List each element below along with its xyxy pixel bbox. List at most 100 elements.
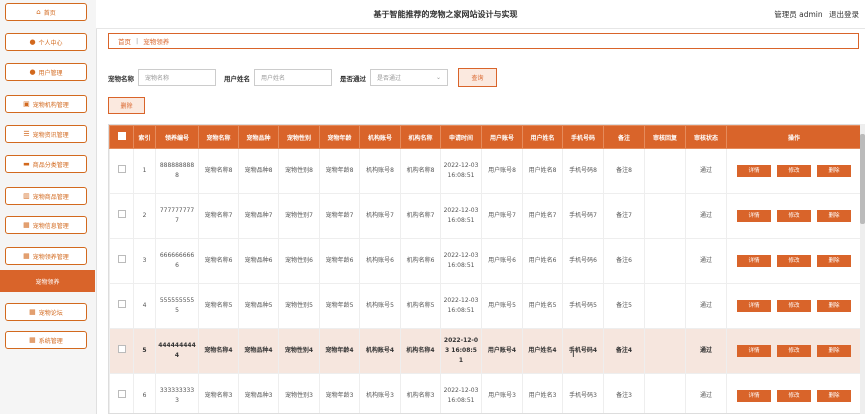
sidebar-item-3[interactable]: ▣ 宠物机构管理 [5,95,87,113]
cell-phone: 手机号码4 [562,328,604,374]
sidebar-item-9[interactable]: 宠物领养 [0,270,95,292]
cell-name: 宠物名称7 [198,193,239,239]
checkbox[interactable] [117,132,126,140]
sidebar-item-7[interactable]: ▦ 宠物信息管理 [5,216,87,234]
column-header: 申请时间 [440,125,482,149]
pet-name-label: 宠物名称 [108,74,134,83]
cell-name: 宠物名称5 [198,283,239,329]
row-checkbox[interactable] [117,390,126,398]
table-row[interactable]: 3 6666666666 宠物名称6 宠物品种6 宠物性别6 宠物年龄6 机构账号6 机构名称… [109,238,862,284]
table-row[interactable]: 6 3333333333 宠物名称3 宠物品种3 宠物性别3 宠物年龄3 机构账号3 机构名称… [109,373,862,413]
delete-button[interactable]: 删除 [817,210,851,222]
grid-icon: ▦ [23,220,30,229]
column-header: 机构名称 [400,125,441,149]
pet-name-input[interactable]: 宠物名称 [138,69,216,86]
detail-button[interactable]: 详情 [737,210,771,222]
column-header: 宠物品种 [238,125,279,149]
delete-button[interactable]: 删除 [817,165,851,177]
edit-button[interactable]: 修改 [777,345,811,357]
row-checkbox-cell[interactable] [109,148,134,194]
column-header: 领养编号 [155,125,199,149]
grid-icon: ▦ [23,251,30,260]
home-icon: ⌂ [36,7,41,16]
sidebar-item-1[interactable]: ● 个人中心 [5,33,87,51]
edit-button[interactable]: 修改 [777,165,811,177]
cell-age: 宠物年龄4 [319,328,360,374]
edit-button[interactable]: 修改 [777,300,811,312]
cell-age: 宠物年龄7 [319,193,360,239]
approved-label: 是否通过 [340,74,366,83]
breadcrumb-home[interactable]: 首页 [118,36,131,46]
select-all-checkbox[interactable] [109,125,134,149]
approved-select[interactable]: 是否通过 ⌄ [370,69,448,86]
detail-button[interactable]: 详情 [737,165,771,177]
table-row[interactable]: 4 5555555555 宠物名称5 宠物品种5 宠物性别5 宠物年龄5 机构账号5 机构名称… [109,283,862,329]
edit-button[interactable]: 修改 [777,210,811,222]
cell-time: 2022-12-03 16:08:51 [440,283,482,329]
scrollbar[interactable] [860,124,865,414]
sidebar-item-6[interactable]: ▥ 宠物商品管理 [5,187,87,205]
edit-button[interactable]: 修改 [777,255,811,267]
cell-index: 3 [133,238,156,284]
building-icon: ▣ [23,99,30,108]
sidebar-item-8[interactable]: ▦ 宠物领养管理 [5,247,87,265]
delete-button[interactable]: 删除 [817,345,851,357]
sidebar-item-label: 商品分类管理 [32,161,69,169]
grid-icon: ▦ [29,335,36,344]
row-checkbox-cell[interactable] [109,238,134,284]
sidebar-item-5[interactable]: ▬ 商品分类管理 [5,155,87,173]
detail-button[interactable]: 详情 [737,255,771,267]
admin-label: 管理员 admin [774,10,823,19]
sidebar-item-2[interactable]: ● 用户管理 [5,63,87,81]
row-checkbox[interactable] [117,300,126,308]
grid-icon: ▦ [29,307,36,316]
row-checkbox[interactable] [117,165,126,173]
cell-user_account: 用户账号6 [481,238,523,284]
row-checkbox[interactable] [117,210,126,218]
cell-status: 通过 [685,328,727,374]
detail-button[interactable]: 详情 [737,345,771,357]
table-header: 索引 领养编号 宠物名称 宠物品种 宠物性别 宠物年龄 机构账号 机构名称 申请时间 用户账号 用户… [109,125,862,149]
cell-time: 2022-12-03 16:08:51 [440,148,482,194]
row-checkbox[interactable] [117,255,126,263]
sidebar-item-11[interactable]: ▦ 系统管理 [5,331,87,349]
delete-button[interactable]: 删除 [817,390,851,402]
row-checkbox[interactable] [117,345,126,353]
cell-breed: 宠物品种4 [238,328,279,374]
column-header: 机构账号 [359,125,401,149]
cell-org_account: 机构账号4 [359,328,401,374]
cell-reply [644,193,686,239]
cell-reply [644,373,686,413]
cell-index: 6 [133,373,156,413]
delete-button[interactable]: 删除 [817,300,851,312]
delete-button[interactable]: 删除 [817,255,851,267]
table-row[interactable]: 5 4444444444 宠物名称4 宠物品种4 宠物性别4 宠物年龄4 机构账号4 机构名称… [109,328,862,374]
table-row[interactable]: 2 7777777777 宠物名称7 宠物品种7 宠物性别7 宠物年龄7 机构账号7 机构名称… [109,193,862,239]
cell-time: 2022-12-03 16:08:51 [440,373,482,413]
batch-delete-button[interactable]: 删除 [108,97,145,114]
sidebar-item-10[interactable]: ▦ 宠物论坛 [5,303,87,321]
actions-cell: 详情 修改 删除 [726,328,862,374]
user-name-input[interactable]: 用户姓名 [254,69,332,86]
column-header: 索引 [133,125,156,149]
detail-button[interactable]: 详情 [737,390,771,402]
cell-org_name: 机构名称7 [400,193,441,239]
row-checkbox-cell[interactable] [109,373,134,413]
table-row[interactable]: 1 8888888888 宠物名称8 宠物品种8 宠物性别8 宠物年龄8 机构账号8 机构名称… [109,148,862,194]
detail-button[interactable]: 详情 [737,300,771,312]
cell-note: 备注7 [603,193,645,239]
row-checkbox-cell[interactable] [109,283,134,329]
logout-link[interactable]: 退出登录 [829,10,859,19]
sidebar-item-4[interactable]: ☰ 宠物资讯管理 [5,125,87,143]
row-checkbox-cell[interactable] [109,193,134,239]
breadcrumb: 首页 | 宠物领养 [108,33,859,49]
scrollbar-thumb[interactable] [860,134,865,224]
search-button[interactable]: 查询 [458,68,497,87]
sidebar-item-0[interactable]: ⌂ 首页 [5,3,87,21]
cell-user_account: 用户账号5 [481,283,523,329]
row-checkbox-cell[interactable] [109,328,134,374]
edit-button[interactable]: 修改 [777,390,811,402]
cell-name: 宠物名称8 [198,148,239,194]
cell-user_account: 用户账号4 [481,328,523,374]
column-header: 用户账号 [481,125,523,149]
